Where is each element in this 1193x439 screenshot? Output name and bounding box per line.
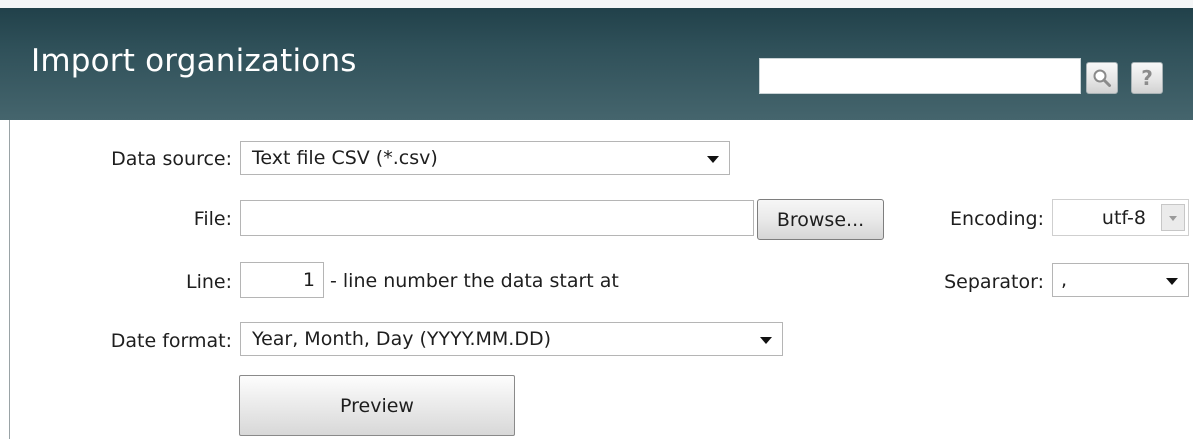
line-label: Line: (186, 271, 232, 293)
file-input[interactable] (240, 200, 754, 236)
file-label: File: (193, 208, 232, 230)
help-button[interactable]: ? (1131, 62, 1163, 94)
encoding-select[interactable]: utf-8 (1052, 199, 1189, 236)
data-source-value: Text file CSV (*.csv) (252, 147, 438, 169)
import-organizations-page: Import organizations ? Data source: Text… (0, 0, 1193, 439)
search-button[interactable] (1086, 62, 1118, 94)
date-format-label: Date format: (110, 330, 232, 352)
separator-select[interactable]: , (1052, 263, 1189, 297)
line-hint: - line number the data start at (330, 270, 619, 292)
encoding-dropdown-button[interactable] (1161, 204, 1185, 231)
search-icon (1093, 69, 1111, 87)
page-title: Import organizations (31, 43, 357, 79)
data-source-label: Data source: (111, 148, 232, 170)
chevron-down-icon (760, 337, 772, 344)
encoding-label: Encoding: (950, 208, 1044, 230)
header-bar: Import organizations ? (0, 8, 1193, 120)
separator-value: , (1061, 269, 1068, 291)
encoding-value: utf-8 (1101, 206, 1146, 229)
content-left-border (9, 120, 10, 439)
browse-button[interactable]: Browse... (757, 199, 884, 240)
help-icon: ? (1141, 66, 1153, 90)
chevron-down-icon (707, 156, 719, 163)
line-input[interactable] (240, 262, 324, 298)
search-input[interactable] (759, 58, 1081, 94)
chevron-down-icon (1166, 278, 1178, 285)
separator-label: Separator: (944, 271, 1044, 293)
top-strip (0, 0, 1193, 8)
date-format-select[interactable]: Year, Month, Day (YYYY.MM.DD) (240, 322, 783, 356)
date-format-value: Year, Month, Day (YYYY.MM.DD) (252, 328, 552, 350)
chevron-down-icon (1169, 215, 1177, 221)
data-source-select[interactable]: Text file CSV (*.csv) (240, 141, 730, 175)
preview-button[interactable]: Preview (239, 375, 515, 436)
